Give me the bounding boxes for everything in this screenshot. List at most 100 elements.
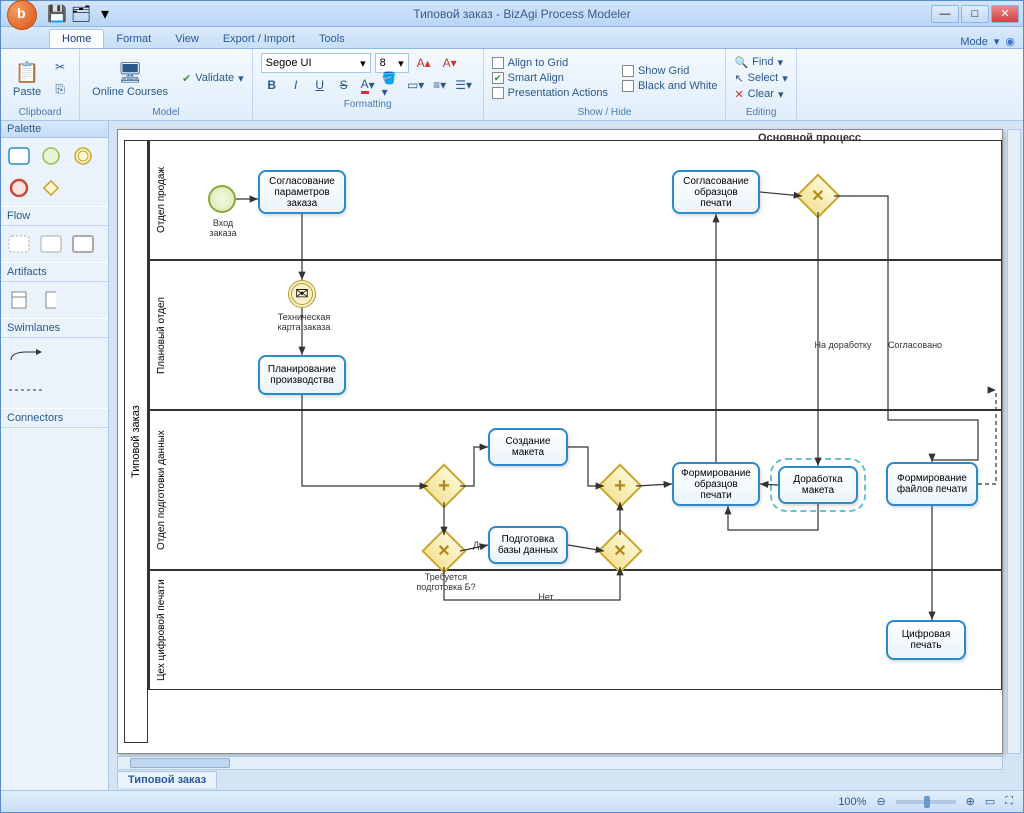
- minimize-button[interactable]: —: [931, 5, 959, 23]
- lane-label: Цех цифровой печати: [149, 571, 173, 689]
- clear-button[interactable]: ✕Clear▾: [734, 88, 787, 101]
- align-button[interactable]: ≡▾: [429, 75, 451, 95]
- palette-swimlanes-section[interactable]: Swimlanes: [1, 318, 108, 338]
- mode-dropdown[interactable]: Mode▾ ◉: [960, 35, 1015, 48]
- scrollbar-thumb[interactable]: [130, 758, 230, 768]
- annotation-icon[interactable]: [39, 288, 63, 312]
- size-combo[interactable]: 8▾: [375, 53, 409, 73]
- app-window: 💾 🗂 ▾ Типовой заказ - BizAgi Process Mod…: [0, 0, 1024, 813]
- task-files[interactable]: Формирование файлов печати: [886, 462, 978, 506]
- tab-format[interactable]: Format: [104, 30, 163, 48]
- align-grid-check[interactable]: Align to Grid: [492, 57, 608, 69]
- fit-page-icon[interactable]: ▭: [985, 795, 995, 808]
- group-label: Show / Hide: [492, 105, 718, 120]
- tab-home[interactable]: Home: [49, 29, 104, 48]
- task-samples[interactable]: Формирование образцов печати: [672, 462, 760, 506]
- start-event[interactable]: [208, 185, 236, 213]
- quick-access-toolbar: 💾 🗂 ▾: [47, 4, 115, 24]
- app-menu-orb[interactable]: [7, 0, 37, 30]
- online-courses-button[interactable]: 🖥 Online Courses: [88, 56, 172, 100]
- palette-connectors-section[interactable]: Connectors: [1, 408, 108, 428]
- document-tab[interactable]: Типовой заказ: [117, 771, 217, 788]
- da-label: Д: [466, 540, 486, 550]
- italic-button[interactable]: I: [285, 75, 307, 95]
- find-button[interactable]: 🔍Find▾: [734, 56, 787, 69]
- diagram-canvas[interactable]: Типовой заказ Основной процесс Отдел про…: [117, 129, 1003, 754]
- pool-label[interactable]: Типовой заказ: [124, 140, 148, 743]
- save-all-icon[interactable]: 🗂: [71, 4, 91, 24]
- gateway-icon[interactable]: [39, 176, 63, 200]
- task-params[interactable]: Согласование параметров заказа: [258, 170, 346, 214]
- zoom-in-icon[interactable]: ⊕: [966, 795, 975, 808]
- grow-font-icon[interactable]: A▴: [413, 53, 435, 73]
- call-activity-icon[interactable]: [71, 232, 95, 256]
- shrink-font-icon[interactable]: A▾: [439, 53, 461, 73]
- zoom-slider[interactable]: [896, 800, 956, 804]
- save-icon[interactable]: 💾: [47, 4, 67, 24]
- lane-dataprep[interactable]: Отдел подготовки данных: [148, 410, 1002, 570]
- horizontal-scrollbar[interactable]: [117, 756, 1003, 770]
- close-button[interactable]: ✕: [991, 5, 1019, 23]
- presentation-check[interactable]: Presentation Actions: [492, 87, 608, 99]
- copy-icon[interactable]: ⎘: [49, 79, 71, 99]
- lane-label: Плановый отдел: [149, 261, 173, 409]
- fill-color-button[interactable]: 🪣▾: [381, 75, 403, 95]
- expanded-subprocess-icon[interactable]: [39, 232, 63, 256]
- show-grid-check[interactable]: Show Grid: [622, 65, 717, 77]
- task-db[interactable]: Подготовка базы данных: [488, 526, 568, 564]
- bw-check[interactable]: Black and White: [622, 80, 717, 92]
- group-clipboard: 📋 Paste ✂ ⎘ Clipboard: [1, 49, 80, 120]
- canvas-area: Типовой заказ Основной процесс Отдел про…: [109, 121, 1023, 790]
- group-label: Formatting: [261, 97, 475, 112]
- message-flow-icon[interactable]: [7, 378, 47, 402]
- group-showhide: Align to Grid ✔Smart Align Presentation …: [484, 49, 727, 120]
- zoom-out-icon[interactable]: ⊖: [876, 795, 885, 808]
- task-shape-icon[interactable]: [7, 144, 31, 168]
- tab-tools[interactable]: Tools: [307, 30, 357, 48]
- task-plan[interactable]: Планирование производства: [258, 355, 346, 395]
- font-color-button[interactable]: A▾: [357, 75, 379, 95]
- vertical-scrollbar[interactable]: [1007, 129, 1021, 754]
- paste-button[interactable]: 📋 Paste: [9, 56, 45, 100]
- border-button[interactable]: ▭▾: [405, 75, 427, 95]
- sequence-flow-icon[interactable]: [7, 344, 47, 368]
- task-print[interactable]: Цифровая печать: [886, 620, 966, 660]
- data-object-icon[interactable]: [7, 288, 31, 312]
- tab-view[interactable]: View: [163, 30, 211, 48]
- list-button[interactable]: ☰▾: [453, 75, 475, 95]
- task-layout[interactable]: Создание макета: [488, 428, 568, 466]
- end-event-icon[interactable]: [7, 176, 31, 200]
- bold-button[interactable]: B: [261, 75, 283, 95]
- font-combo[interactable]: Segoe UI▾: [261, 53, 371, 73]
- lane-print[interactable]: Цех цифровой печати: [148, 570, 1002, 690]
- smart-align-check[interactable]: ✔Smart Align: [492, 72, 608, 84]
- task-approve[interactable]: Согласование образцов печати: [672, 170, 760, 214]
- palette-panel: Palette Flow Artifacts Swimlanes: [1, 121, 109, 790]
- select-button[interactable]: ↖Select▾: [734, 72, 787, 85]
- validate-button[interactable]: ✔Validate▾: [182, 72, 244, 85]
- cut-icon[interactable]: ✂: [49, 57, 71, 77]
- start-event-icon[interactable]: [39, 144, 63, 168]
- workspace: Palette Flow Artifacts Swimlanes: [1, 121, 1023, 790]
- subprocess-icon[interactable]: [7, 232, 31, 256]
- rework-label: На доработку: [808, 340, 878, 350]
- task-rework[interactable]: Доработка макета: [778, 466, 858, 504]
- intermediate-event-icon[interactable]: [71, 144, 95, 168]
- palette-title: Palette: [1, 121, 108, 138]
- group-label: Editing: [734, 105, 787, 120]
- underline-button[interactable]: U: [309, 75, 331, 95]
- group-model: 🖥 Online Courses ✔Validate▾ Model: [80, 49, 253, 120]
- mode-label: Mode: [960, 36, 988, 48]
- palette-flow-section[interactable]: Flow: [1, 206, 108, 226]
- tab-export[interactable]: Export / Import: [211, 30, 307, 48]
- qat-dropdown-icon[interactable]: ▾: [95, 4, 115, 24]
- ribbon-tabs: Home Format View Export / Import Tools M…: [1, 27, 1023, 49]
- message-event[interactable]: ✉: [288, 280, 316, 308]
- strike-button[interactable]: S: [333, 75, 355, 95]
- fit-width-icon[interactable]: ⛶: [1005, 795, 1013, 808]
- help-icon[interactable]: ◉: [1005, 35, 1015, 48]
- palette-artifacts-section[interactable]: Artifacts: [1, 262, 108, 282]
- titlebar: 💾 🗂 ▾ Типовой заказ - BizAgi Process Mod…: [1, 1, 1023, 27]
- maximize-button[interactable]: □: [961, 5, 989, 23]
- lane-label: Отдел продаж: [149, 141, 173, 259]
